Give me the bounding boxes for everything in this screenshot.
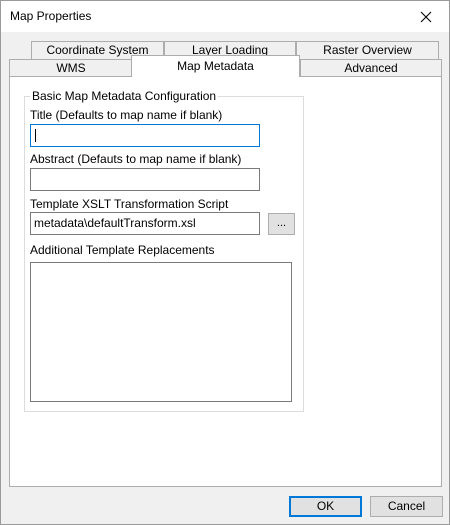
close-icon [420, 11, 432, 22]
browse-button[interactable]: ... [268, 213, 295, 235]
abstract-label: Abstract (Defauts to map name if blank) [30, 152, 242, 166]
map-metadata-panel: Basic Map Metadata Configuration Title (… [9, 76, 442, 487]
abstract-input[interactable] [30, 168, 260, 191]
tab-advanced[interactable]: Advanced [300, 59, 442, 77]
cancel-button[interactable]: Cancel [370, 496, 443, 517]
xslt-script-input[interactable]: metadata\defaultTransform.xsl [30, 212, 260, 235]
replacements-textarea[interactable] [30, 262, 292, 402]
map-properties-dialog: Map Properties Coordinate System Layer L… [0, 0, 450, 525]
title-label: Title (Defaults to map name if blank) [30, 108, 223, 122]
title-bar: Map Properties [1, 1, 449, 32]
window-title: Map Properties [10, 9, 92, 23]
title-input[interactable] [30, 124, 260, 147]
tab-map-metadata[interactable]: Map Metadata [131, 55, 300, 77]
text-caret [35, 129, 36, 142]
xslt-label: Template XSLT Transformation Script [30, 197, 229, 211]
close-button[interactable] [403, 1, 449, 32]
group-legend: Basic Map Metadata Configuration [30, 89, 219, 103]
tab-raster-overview[interactable]: Raster Overview [296, 41, 439, 59]
replacements-label: Additional Template Replacements [30, 243, 215, 257]
ok-button[interactable]: OK [289, 496, 362, 517]
tab-wms[interactable]: WMS [9, 59, 133, 77]
